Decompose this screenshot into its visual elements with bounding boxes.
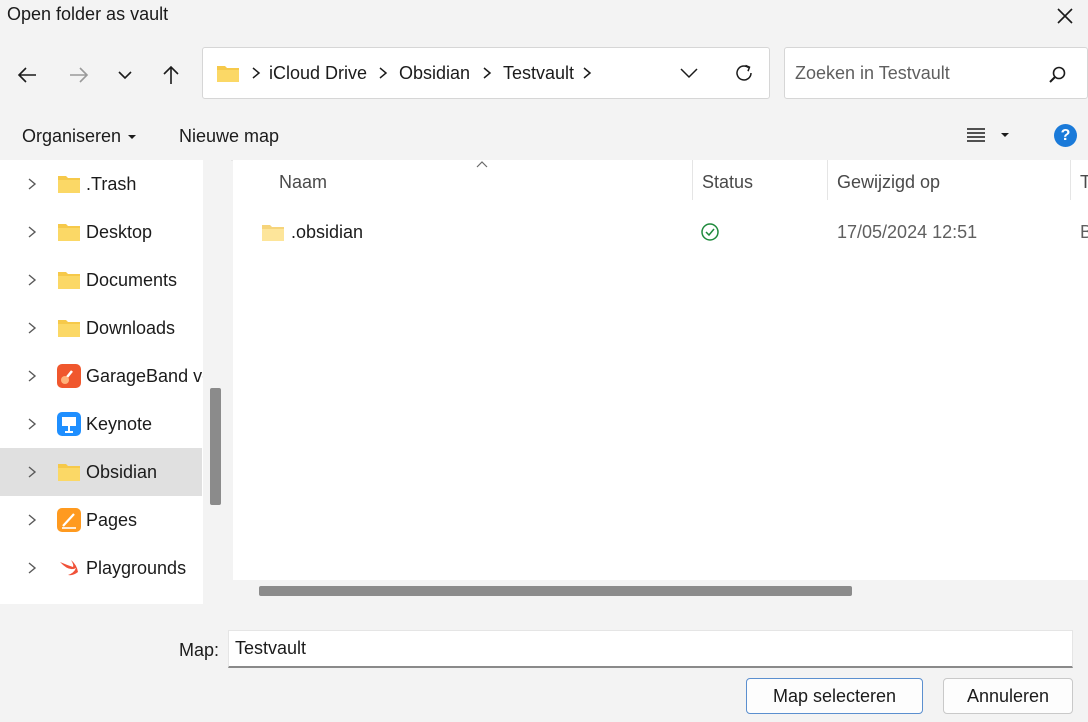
chevron-right-icon: [583, 67, 592, 79]
keynote-icon: [57, 412, 81, 436]
navigation-bar: iCloud Drive Obsidian Testvault Zoeken i…: [0, 38, 1088, 110]
column-header-type[interactable]: T: [1080, 172, 1088, 193]
navigation-pane: .Trash Desktop Documents Downloads GarageBan…: [0, 160, 203, 604]
chevron-right-icon[interactable]: [26, 416, 38, 432]
sidebar-scrollbar[interactable]: [203, 160, 231, 604]
folder-icon: [262, 225, 284, 241]
sidebar-item-pages[interactable]: Pages: [0, 496, 202, 544]
sidebar-item-label: .Trash: [86, 174, 137, 194]
chevron-down-icon: [118, 71, 132, 80]
chevron-right-icon[interactable]: [26, 320, 38, 336]
file-modified-date: 17/05/2024 12:51: [837, 222, 978, 242]
arrow-up-icon: [163, 65, 179, 84]
cancel-button[interactable]: Annuleren: [943, 678, 1073, 714]
sidebar-item-label: Documents: [86, 270, 178, 290]
column-divider[interactable]: [1070, 160, 1071, 200]
chevron-right-icon[interactable]: [26, 272, 38, 288]
folder-icon: [217, 66, 239, 82]
arrow-right-icon: [70, 67, 89, 83]
organize-button[interactable]: Organiseren: [22, 126, 137, 147]
title-bar: Open folder as vault: [0, 0, 1088, 32]
column-divider[interactable]: [827, 160, 828, 200]
sidebar-item-desktop[interactable]: Desktop: [0, 208, 202, 256]
sidebar-item-label: Pages: [86, 510, 138, 530]
chevron-right-icon[interactable]: [26, 464, 38, 480]
caret-down-icon: [128, 135, 137, 140]
arrow-left-icon: [17, 67, 36, 83]
folder-icon: [57, 268, 81, 292]
forward-button[interactable]: [64, 60, 94, 90]
sidebar-item-garageband-vo[interactable]: GarageBand vo: [0, 352, 203, 400]
sidebar-item-keynote[interactable]: Keynote: [0, 400, 202, 448]
caret-down-icon[interactable]: [1000, 131, 1010, 139]
breadcrumb-icloud-drive[interactable]: iCloud Drive: [269, 63, 367, 84]
help-icon[interactable]: ?: [1054, 124, 1077, 147]
sidebar-item-trash[interactable]: .Trash: [0, 160, 202, 208]
sidebar-item-label: Desktop: [86, 222, 153, 242]
sync-status-ok-icon: [701, 223, 719, 241]
sidebar-scrollbar-thumb[interactable]: [210, 388, 221, 505]
search-icon: [1049, 66, 1066, 83]
chevron-right-icon: [252, 67, 261, 79]
breadcrumb-testvault[interactable]: Testvault: [503, 63, 574, 84]
column-divider[interactable]: [692, 160, 693, 200]
chevron-right-icon: [483, 67, 492, 79]
sidebar-item-label: GarageBand vo: [86, 366, 203, 386]
sidebar-item-obsidian[interactable]: Obsidian: [0, 448, 202, 496]
search-input[interactable]: Zoeken in Testvault: [795, 63, 950, 84]
window-title: Open folder as vault: [7, 4, 169, 24]
chevron-right-icon[interactable]: [26, 224, 38, 240]
folder-name-input[interactable]: [228, 630, 1073, 668]
file-list: Naam Status Gewijzigd op T .obsidian 17/…: [233, 160, 1088, 604]
sidebar-item-label: Obsidian: [86, 462, 158, 482]
folder-icon: [57, 460, 81, 484]
view-options-icon[interactable]: [966, 125, 986, 145]
select-folder-button[interactable]: Map selecteren: [746, 678, 923, 714]
close-icon: [1057, 8, 1073, 24]
sidebar-item-downloads[interactable]: Downloads: [0, 304, 202, 352]
new-folder-button[interactable]: Nieuwe map: [179, 126, 279, 147]
sidebar-item-label: Downloads: [86, 318, 176, 338]
horizontal-scrollbar-thumb[interactable]: [259, 586, 852, 596]
sidebar-item-label: Keynote: [86, 414, 153, 434]
chevron-right-icon[interactable]: [26, 512, 38, 528]
pages-icon: [57, 508, 81, 532]
back-button[interactable]: [12, 60, 42, 90]
sidebar-item-documents[interactable]: Documents: [0, 256, 202, 304]
sidebar-item-playgrounds[interactable]: Playgrounds: [0, 544, 202, 592]
refresh-icon: [736, 64, 752, 81]
sidebar-item-label: Playgrounds: [86, 558, 187, 578]
chevron-right-icon[interactable]: [26, 560, 38, 576]
folder-icon: [57, 316, 81, 340]
search-box[interactable]: Zoeken in Testvault: [784, 47, 1088, 99]
command-bar: Organiseren Nieuwe map ?: [0, 112, 1088, 161]
file-type: B: [1080, 222, 1088, 242]
column-header-status[interactable]: Status: [702, 172, 753, 193]
chevron-right-icon[interactable]: [26, 176, 38, 192]
chevron-right-icon: [379, 67, 388, 79]
recent-locations-button[interactable]: [110, 60, 140, 90]
column-header-name[interactable]: Naam: [279, 172, 327, 193]
address-bar[interactable]: iCloud Drive Obsidian Testvault: [202, 47, 770, 99]
chevron-down-icon: [680, 68, 698, 79]
organize-label: Organiseren: [22, 126, 122, 146]
close-button[interactable]: [1042, 0, 1088, 32]
garageband-icon: [57, 364, 81, 388]
sort-ascending-icon: [476, 161, 488, 168]
swift-playgrounds-icon: [57, 556, 81, 580]
up-button[interactable]: [156, 60, 186, 90]
column-header-modified[interactable]: Gewijzigd op: [837, 172, 940, 193]
file-name[interactable]: .obsidian: [291, 222, 363, 243]
folder-icon: [57, 220, 81, 244]
chevron-right-icon[interactable]: [26, 368, 38, 384]
breadcrumb-obsidian[interactable]: Obsidian: [399, 63, 470, 84]
dialog-footer: Map: Map selecteren Annuleren: [0, 604, 1088, 722]
folder-icon: [57, 172, 81, 196]
folder-field-label: Map:: [179, 640, 220, 660]
